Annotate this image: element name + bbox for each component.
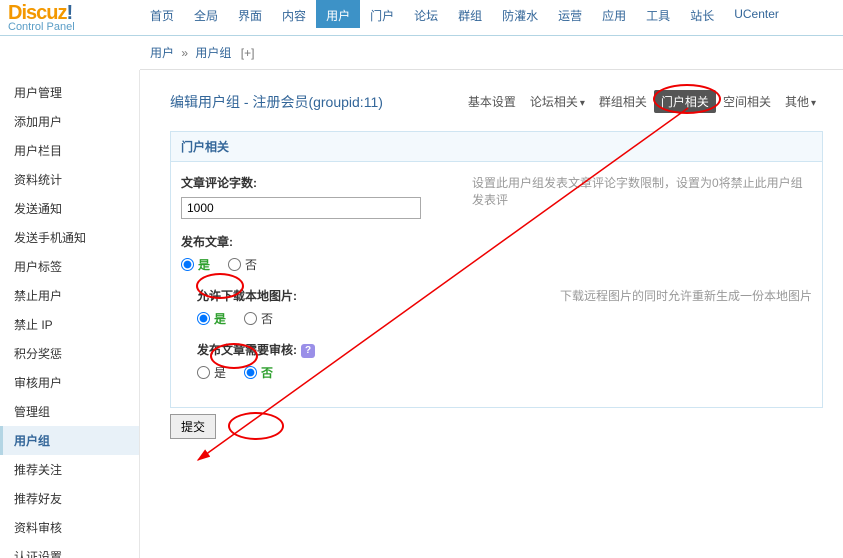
logo: Discuz! Control Panel bbox=[0, 0, 140, 35]
sidebar: 用户管理添加用户用户栏目资料统计发送通知发送手机通知用户标签禁止用户禁止 IP积… bbox=[0, 70, 140, 558]
label-publish: 发布文章: bbox=[181, 233, 812, 250]
topnav-item-8[interactable]: 防灌水 bbox=[492, 0, 548, 28]
sidebar-item-8[interactable]: 禁止 IP bbox=[0, 310, 139, 339]
breadcrumb-sep: » bbox=[181, 46, 188, 60]
radio-audit-yes-input[interactable] bbox=[197, 366, 210, 379]
radio-publish-no[interactable]: 否 bbox=[228, 256, 257, 273]
sidebar-item-6[interactable]: 用户标签 bbox=[0, 252, 139, 281]
breadcrumb: 用户 » 用户组 [+] bbox=[140, 36, 843, 70]
sidebar-item-14[interactable]: 推荐好友 bbox=[0, 484, 139, 513]
topnav-item-6[interactable]: 论坛 bbox=[404, 0, 448, 28]
topnav-item-10[interactable]: 应用 bbox=[592, 0, 636, 28]
sidebar-item-2[interactable]: 用户栏目 bbox=[0, 136, 139, 165]
radio-audit-no-input[interactable] bbox=[244, 366, 257, 379]
sidebar-item-10[interactable]: 审核用户 bbox=[0, 368, 139, 397]
sidebar-item-9[interactable]: 积分奖惩 bbox=[0, 339, 139, 368]
sidebar-item-1[interactable]: 添加用户 bbox=[0, 107, 139, 136]
tab-2[interactable]: 群组相关 bbox=[592, 90, 654, 113]
row-publish: 发布文章: 是 否 bbox=[181, 233, 812, 273]
radio-download-yes[interactable]: 是 bbox=[197, 310, 226, 327]
row-comment-limit: 设置此用户组发表文章评论字数限制，设置为0将禁止此用户组发表评 文章评论字数: bbox=[181, 174, 812, 219]
radio-publish-no-input[interactable] bbox=[228, 258, 241, 271]
radio-audit-yes[interactable]: 是 bbox=[197, 364, 226, 381]
topnav-item-12[interactable]: 站长 bbox=[680, 0, 724, 28]
sidebar-item-13[interactable]: 推荐关注 bbox=[0, 455, 139, 484]
submit-button[interactable]: 提交 bbox=[170, 414, 216, 439]
help-icon[interactable]: ? bbox=[301, 344, 315, 358]
tab-4[interactable]: 空间相关 bbox=[716, 90, 778, 113]
topnav-item-5[interactable]: 门户 bbox=[360, 0, 404, 28]
section-header: 门户相关 bbox=[171, 132, 822, 162]
radio-download-no[interactable]: 否 bbox=[244, 310, 273, 327]
hint-download-img: 下载远程图片的同时允许重新生成一份本地图片 bbox=[560, 287, 812, 304]
sidebar-item-15[interactable]: 资料审核 bbox=[0, 513, 139, 542]
topnav-item-13[interactable]: UCenter bbox=[724, 0, 789, 28]
topnav-item-2[interactable]: 界面 bbox=[228, 0, 272, 28]
topnav-item-4[interactable]: 用户 bbox=[316, 0, 360, 28]
page-title: 编辑用户组 - 注册会员(groupid:11) bbox=[170, 92, 383, 112]
breadcrumb-b[interactable]: 用户组 bbox=[195, 46, 231, 60]
tab-3[interactable]: 门户相关 bbox=[654, 90, 716, 113]
topnav-item-9[interactable]: 运营 bbox=[548, 0, 592, 28]
input-comment-limit[interactable] bbox=[181, 197, 421, 219]
section-box: 门户相关 设置此用户组发表文章评论字数限制，设置为0将禁止此用户组发表评 文章评… bbox=[170, 131, 823, 408]
tab-1[interactable]: 论坛相关▾ bbox=[523, 90, 592, 113]
main-content: 编辑用户组 - 注册会员(groupid:11) 基本设置论坛相关▾群组相关门户… bbox=[140, 70, 843, 558]
row-download-img: 下载远程图片的同时允许重新生成一份本地图片 允许下载本地图片: 是 否 bbox=[197, 287, 812, 327]
topnav-item-1[interactable]: 全局 bbox=[184, 0, 228, 28]
breadcrumb-a[interactable]: 用户 bbox=[150, 46, 174, 60]
label-audit: 发布文章需要审核:? bbox=[197, 341, 812, 358]
sidebar-item-0[interactable]: 用户管理 bbox=[0, 78, 139, 107]
topnav-item-0[interactable]: 首页 bbox=[140, 0, 184, 28]
sidebar-item-12[interactable]: 用户组 bbox=[0, 426, 139, 455]
tab-5[interactable]: 其他▾ bbox=[778, 90, 823, 113]
radio-publish-yes-input[interactable] bbox=[181, 258, 194, 271]
radio-download-yes-input[interactable] bbox=[197, 312, 210, 325]
radio-publish-yes[interactable]: 是 bbox=[181, 256, 210, 273]
tab-0[interactable]: 基本设置 bbox=[461, 90, 523, 113]
hint-comment-limit: 设置此用户组发表文章评论字数限制，设置为0将禁止此用户组发表评 bbox=[472, 174, 812, 208]
topnav-item-7[interactable]: 群组 bbox=[448, 0, 492, 28]
chevron-down-icon: ▾ bbox=[811, 98, 816, 109]
topnav-item-11[interactable]: 工具 bbox=[636, 0, 680, 28]
tabs: 基本设置论坛相关▾群组相关门户相关空间相关其他▾ bbox=[461, 90, 823, 113]
chevron-down-icon: ▾ bbox=[580, 98, 585, 109]
top-nav: 首页全局界面内容用户门户论坛群组防灌水运营应用工具站长UCenter bbox=[140, 0, 789, 28]
sidebar-item-3[interactable]: 资料统计 bbox=[0, 165, 139, 194]
sidebar-item-11[interactable]: 管理组 bbox=[0, 397, 139, 426]
topnav-item-3[interactable]: 内容 bbox=[272, 0, 316, 28]
sidebar-item-4[interactable]: 发送通知 bbox=[0, 194, 139, 223]
sidebar-item-7[interactable]: 禁止用户 bbox=[0, 281, 139, 310]
sidebar-item-5[interactable]: 发送手机通知 bbox=[0, 223, 139, 252]
breadcrumb-plus[interactable]: [+] bbox=[241, 46, 255, 60]
row-audit: 发布文章需要审核:? 是 否 bbox=[197, 341, 812, 381]
radio-audit-no[interactable]: 否 bbox=[244, 364, 273, 381]
radio-download-no-input[interactable] bbox=[244, 312, 257, 325]
sidebar-item-16[interactable]: 认证设置 bbox=[0, 542, 139, 558]
logo-sub: Control Panel bbox=[8, 21, 132, 33]
